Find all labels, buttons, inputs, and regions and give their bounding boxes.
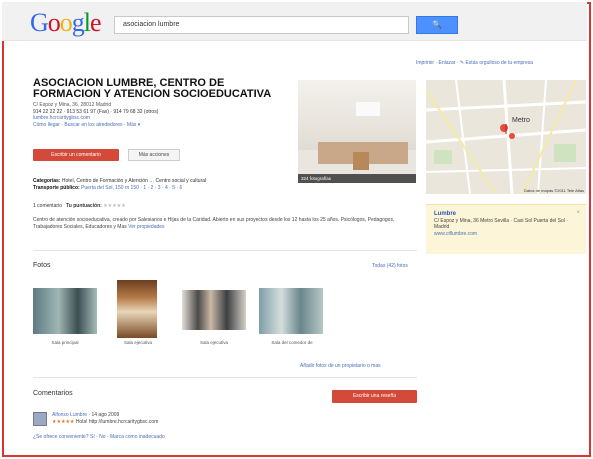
- review-date: 14 ago 2009: [91, 412, 120, 418]
- photo-thumb[interactable]: [117, 280, 157, 338]
- map-credit: Datos de mapas ©2011 Tele Atlas: [524, 188, 584, 193]
- top-links[interactable]: Imprimir · Enlazar · ✎ Estás orgulloso d…: [416, 60, 533, 66]
- photo-thumb[interactable]: [182, 290, 246, 330]
- search-input[interactable]: asociacion lumbre: [114, 16, 409, 34]
- place-infobox[interactable]: × Lumbre C/ Espoz y Mina, 36 Metro Sevil…: [426, 204, 586, 254]
- upload-photos-link[interactable]: Añadir fotos de un propietario o mas: [300, 363, 381, 369]
- photo-caption: Sala principal: [51, 340, 79, 345]
- photo-caption: Sala ejecutiva: [199, 340, 229, 345]
- review-item: Alfonso Lumbre · 14 ago 2009 ★★★★★ Hola!…: [52, 412, 159, 425]
- comments-heading: Comentarios: [33, 390, 73, 397]
- photo-chair: [353, 152, 369, 170]
- categories: Categorías: Hotel, Centro de Formación y…: [33, 178, 295, 192]
- write-review-button[interactable]: Escribir un comentario: [33, 149, 119, 161]
- review-feedback-links[interactable]: ¿Se ofrece conveniente? Sí · No · Marca …: [33, 434, 165, 440]
- description-text: Centro de atención socioeducativa, cread…: [33, 217, 395, 230]
- search-button[interactable]: 🔍: [416, 16, 458, 34]
- main-photo[interactable]: 324 fotografías: [298, 80, 416, 183]
- place-title: ASOCIACION LUMBRE, CENTRO DE FORMACION Y…: [33, 77, 272, 100]
- place-links[interactable]: Cómo llegar · Buscar en los alrededores …: [33, 122, 293, 129]
- photos-heading: Fotos: [33, 262, 51, 269]
- review-text: Hola! http://lumbre.hcrcaritygbsc.com: [75, 418, 159, 425]
- photo-thumb[interactable]: [259, 288, 323, 334]
- place-description: Centro de atención socioeducativa, cread…: [33, 217, 411, 230]
- photo-thumb[interactable]: [33, 288, 97, 334]
- more-actions-button[interactable]: Más acciones: [128, 149, 180, 161]
- photo-caption: Sala del comedor de: [271, 340, 313, 345]
- photos-see-all-link[interactable]: Todas (42) fotos: [372, 263, 408, 269]
- review-stars: ★★★★★: [52, 418, 75, 425]
- review-author[interactable]: Alfonso Lumbre: [52, 412, 87, 418]
- search-icon: 🔍: [432, 20, 442, 29]
- write-review-button-2[interactable]: Escribir una reseña: [332, 390, 417, 403]
- map-streets: [426, 80, 586, 194]
- reviews-summary: 1 comentario Tu puntuación: ★★★★★: [33, 203, 126, 209]
- transport-value[interactable]: Puerta del Sol, 150 m 150 · 1 · 2 · 3 · …: [81, 185, 182, 191]
- description-more-link[interactable]: Ver propiedades: [128, 224, 164, 230]
- categories-value: Hotel, Centro de Formación y Atención … …: [61, 178, 207, 184]
- google-header: Google asociacion lumbre 🔍: [2, 2, 587, 41]
- categories-label: Categorías:: [33, 178, 61, 184]
- infobox-link[interactable]: www.ciflumbre.com: [434, 231, 578, 238]
- map-label: Metro: [512, 117, 530, 124]
- divider: [33, 250, 417, 251]
- place-details: C/ Espoz y Mina, 36, 28012 Madrid 914 22…: [33, 102, 293, 128]
- avatar[interactable]: [33, 412, 47, 426]
- transport-label: Transporte público:: [33, 185, 80, 191]
- score-label: Tu puntuación:: [66, 203, 102, 209]
- divider: [33, 377, 417, 378]
- map-panel[interactable]: Metro Datos de mapas ©2011 Tele Atlas: [426, 80, 586, 194]
- rating-stars[interactable]: ★★★★★: [103, 203, 125, 209]
- photo-poster: [356, 102, 380, 116]
- google-logo[interactable]: Google: [30, 8, 102, 38]
- infobox-lines: C/ Espoz y Mina, 36 Metro Sevilla · Casi…: [434, 217, 568, 231]
- photo-caption: Sala ejecutiva: [123, 340, 153, 345]
- main-photo-caption: 324 fotografías: [298, 174, 416, 183]
- close-icon[interactable]: ×: [576, 210, 580, 217]
- review-count[interactable]: 1 comentario: [33, 203, 62, 209]
